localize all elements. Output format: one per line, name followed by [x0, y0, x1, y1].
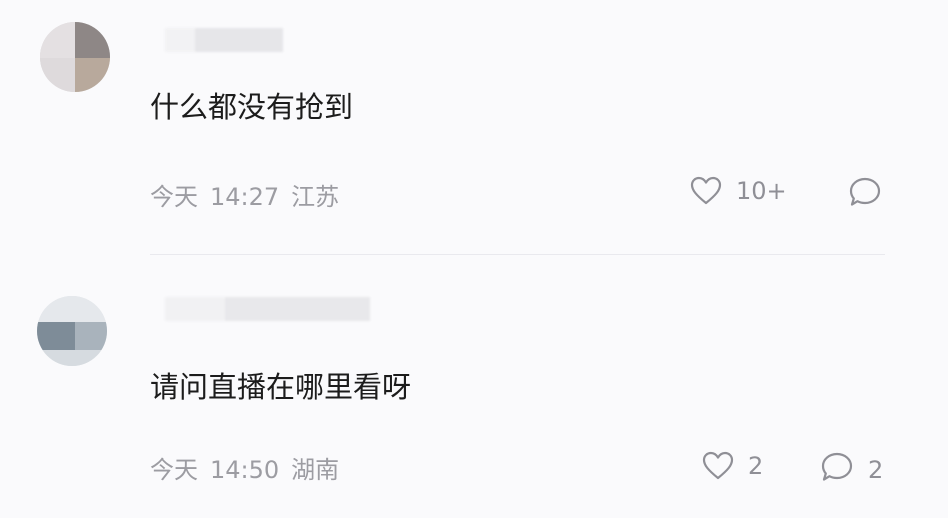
- speech-bubble-icon: [820, 451, 854, 489]
- avatar[interactable]: [40, 22, 110, 92]
- speech-bubble-icon: [848, 176, 882, 214]
- heart-icon: [690, 176, 722, 206]
- comment-text: 什么都没有抢到: [150, 90, 354, 124]
- comment-location: 江苏: [291, 183, 340, 211]
- reply-button[interactable]: [848, 176, 896, 214]
- comment-time: 14:27: [210, 183, 280, 211]
- comment-item-1: 什么都没有抢到 今天 14:27 江苏 10+: [0, 0, 948, 255]
- comment-date: 今天: [150, 456, 198, 484]
- comment-date: 今天: [150, 183, 198, 211]
- comment-text: 请问直播在哪里看呀: [150, 370, 412, 404]
- comment-time: 14:50: [210, 456, 280, 484]
- like-count: 2: [748, 452, 764, 480]
- heart-icon: [702, 451, 734, 481]
- username-redacted[interactable]: [165, 28, 283, 52]
- comment-item-2: 请问直播在哪里看呀 今天 14:50 湖南 2 2: [0, 256, 948, 518]
- like-button[interactable]: 2: [702, 451, 763, 481]
- reply-button[interactable]: 2: [820, 451, 883, 489]
- comment-meta: 今天 14:27 江苏: [150, 177, 351, 212]
- username-redacted[interactable]: [165, 297, 370, 321]
- comment-location: 湖南: [291, 456, 340, 484]
- like-count: 10+: [736, 177, 787, 205]
- like-button[interactable]: 10+: [690, 176, 787, 206]
- reply-count: 2: [868, 456, 884, 484]
- avatar[interactable]: [37, 296, 107, 366]
- divider: [150, 254, 885, 255]
- comment-meta: 今天 14:50 湖南: [150, 450, 351, 485]
